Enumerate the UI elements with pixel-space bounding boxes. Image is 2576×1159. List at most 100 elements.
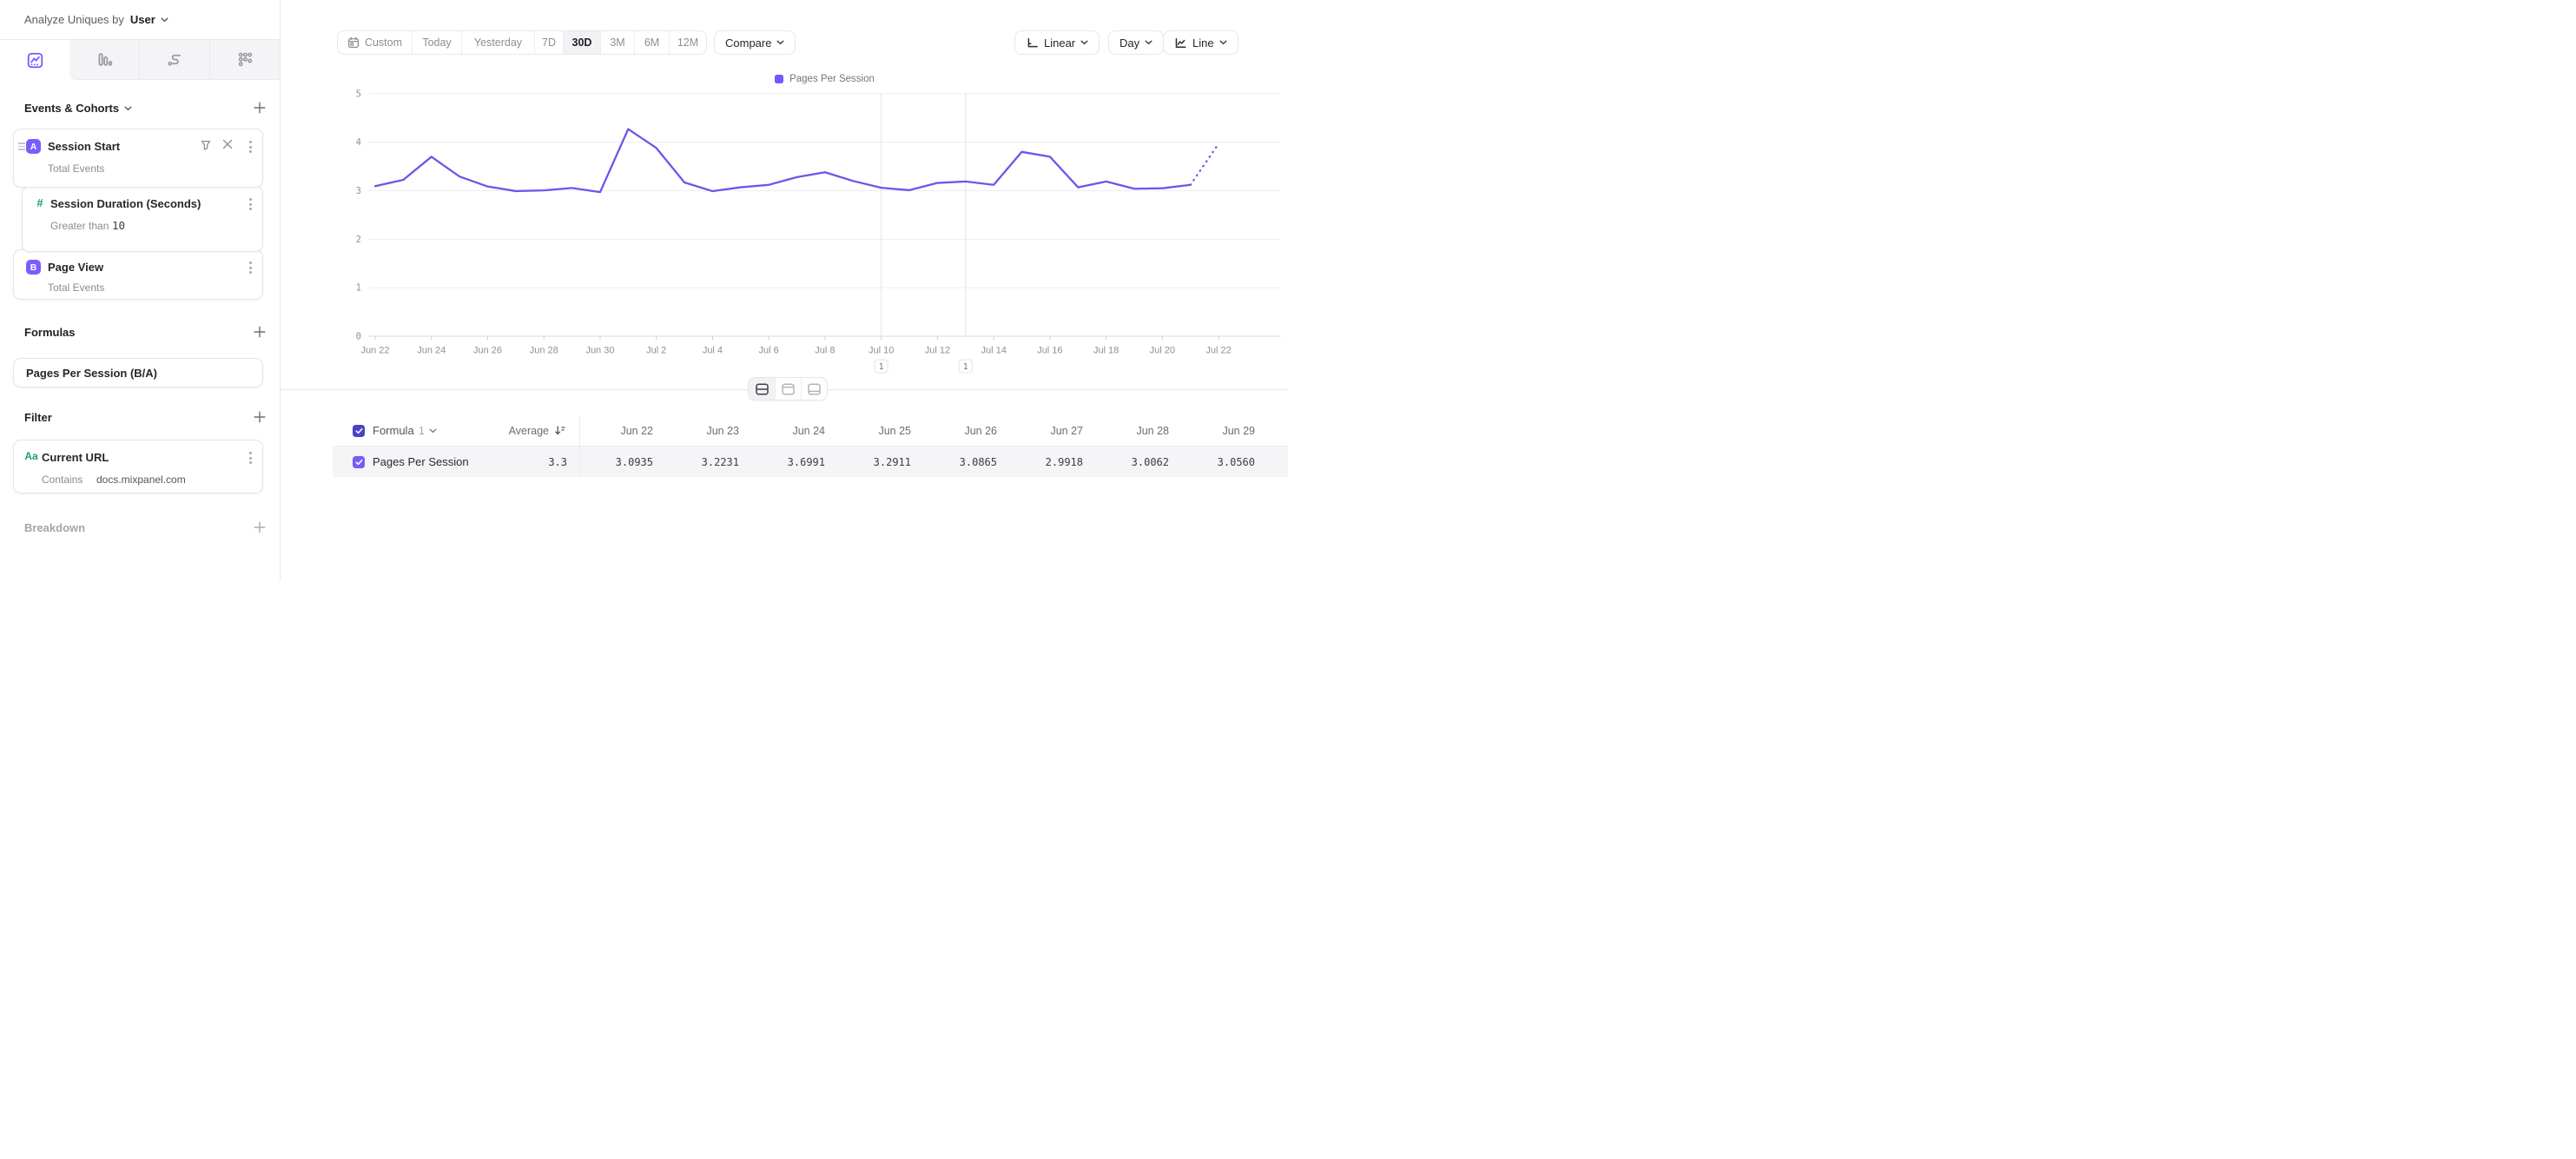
range-7d[interactable]: 7D — [534, 31, 563, 54]
select-all-checkbox[interactable] — [353, 425, 365, 437]
range-6m[interactable]: 6M — [634, 31, 669, 54]
y-tick-label: 0 — [356, 332, 361, 342]
series-line-projection[interactable] — [1191, 143, 1219, 184]
filter-label: Filter — [24, 411, 52, 424]
breakdown-heading: Breakdown — [24, 521, 85, 534]
granularity-dropdown[interactable]: Day — [1108, 30, 1164, 55]
row-checkbox[interactable] — [353, 456, 365, 468]
filter-icon[interactable] — [200, 139, 212, 151]
formulas-label: Formulas — [24, 326, 76, 339]
formula-card[interactable]: Pages Per Session (B/A) — [13, 358, 263, 387]
column-header[interactable]: Jun 27 — [1009, 425, 1095, 437]
line-chart[interactable]: 01234511Jun 22Jun 24Jun 26Jun 28Jun 30Ju… — [281, 70, 1288, 393]
tab-retention[interactable] — [209, 40, 280, 80]
row-series-name: Pages Per Session — [373, 455, 469, 468]
column-header[interactable]: Jun 25 — [837, 425, 923, 437]
formula-column-dropdown[interactable]: Formula 1 — [373, 424, 437, 437]
event-measure[interactable]: Total Events — [48, 281, 104, 294]
series-line[interactable] — [375, 129, 1191, 193]
line-chart-icon — [1174, 36, 1187, 50]
formulas-heading: Formulas — [24, 326, 76, 339]
x-tick-label: Jun 22 — [360, 346, 389, 356]
split-layout-icon — [756, 383, 769, 395]
scale-dropdown[interactable]: Linear — [1014, 30, 1100, 55]
insights-line-chart-icon — [26, 51, 44, 70]
layout-split-button[interactable] — [749, 378, 775, 400]
cell-value: 3.0935 — [579, 456, 665, 468]
table-header-row: Formula 1 Average Jun 22Jun 23Jun 24Jun … — [333, 415, 1288, 447]
column-header[interactable]: Jun 22 — [579, 425, 665, 437]
range-custom[interactable]: Custom — [338, 31, 412, 54]
annotation-badge-label: 1 — [963, 362, 968, 372]
kebab-menu-icon[interactable] — [248, 197, 253, 211]
range-3m[interactable]: 3M — [600, 31, 634, 54]
add-event-button[interactable] — [254, 102, 266, 114]
kebab-menu-icon[interactable] — [248, 451, 253, 465]
filter-property-title[interactable]: Current URL — [42, 451, 109, 464]
row-average-value: 3.3 — [463, 456, 567, 468]
layout-chart-only-button[interactable] — [775, 378, 801, 400]
property-operator[interactable]: Greater than — [50, 220, 109, 232]
kebab-menu-icon[interactable] — [248, 140, 253, 154]
column-header[interactable]: Jun 26 — [923, 425, 1009, 437]
property-value[interactable]: 10 — [112, 219, 125, 232]
event-title[interactable]: Page View — [48, 261, 103, 274]
column-header[interactable]: Jun 24 — [751, 425, 837, 437]
tab-flows[interactable] — [139, 40, 209, 80]
granularity-label: Day — [1120, 36, 1139, 50]
range-today[interactable]: Today — [412, 31, 461, 54]
filter-operator[interactable]: Contains — [42, 474, 83, 486]
flows-icon — [166, 50, 184, 69]
analyze-label: Analyze Uniques by — [24, 13, 124, 26]
layout-table-only-button[interactable] — [801, 378, 827, 400]
filter-value[interactable]: docs.mixpanel.com — [96, 474, 186, 486]
bar-chart-icon — [96, 50, 114, 69]
x-tick-label: Jul 8 — [815, 346, 835, 356]
cell-value: 3.0062 — [1095, 456, 1181, 468]
add-filter-button[interactable] — [254, 411, 266, 423]
drag-handle-icon[interactable] — [18, 142, 25, 150]
column-header[interactable]: Jun 28 — [1095, 425, 1181, 437]
retention-dots-icon — [236, 50, 254, 69]
compare-button[interactable]: Compare — [714, 30, 796, 55]
calendar-icon — [347, 36, 360, 49]
tab-insights[interactable] — [0, 40, 69, 80]
x-tick-label: Jul 12 — [925, 346, 950, 356]
formula-expression[interactable]: Pages Per Session (B/A) — [14, 359, 262, 387]
table-row[interactable]: Pages Per Session 3.3 3.09353.22313.6991… — [333, 447, 1288, 477]
chevron-down-icon — [1145, 40, 1153, 45]
column-header[interactable]: Jun 29 — [1181, 425, 1267, 437]
event-title[interactable]: Session Start — [48, 140, 120, 153]
column-header[interactable]: Jun 23 — [665, 425, 751, 437]
chevron-down-icon — [1219, 40, 1227, 45]
kebab-menu-icon[interactable] — [248, 261, 253, 275]
event-card-page-view[interactable]: B Page View Total Events — [13, 249, 263, 300]
range-yesterday[interactable]: Yesterday — [461, 31, 534, 54]
tab-funnels[interactable] — [69, 40, 139, 80]
chart-type-dropdown[interactable]: Line — [1163, 30, 1238, 55]
property-filter-card[interactable]: # Session Duration (Seconds) Greater tha… — [22, 186, 263, 252]
add-formula-button[interactable] — [254, 326, 266, 338]
event-letter-badge: A — [26, 139, 41, 154]
chart-only-layout-icon — [782, 383, 795, 395]
y-tick-label: 4 — [356, 137, 361, 148]
range-12m[interactable]: 12M — [669, 31, 706, 54]
range-30d[interactable]: 30D — [563, 31, 600, 54]
event-measure[interactable]: Total Events — [48, 162, 104, 175]
cell-value: 3.0560 — [1181, 456, 1267, 468]
filter-card-current-url[interactable]: Aa Current URL Contains docs.mixpanel.co… — [13, 440, 263, 493]
analyze-value-dropdown[interactable]: User — [130, 13, 155, 26]
x-tick-label: Jul 16 — [1037, 346, 1062, 356]
table-column-separator — [579, 415, 580, 477]
property-title[interactable]: Session Duration (Seconds) — [50, 197, 201, 210]
add-breakdown-button[interactable] — [254, 521, 266, 533]
y-tick-label: 3 — [356, 186, 361, 196]
remove-event-icon[interactable] — [222, 139, 233, 149]
x-tick-label: Jul 14 — [981, 346, 1006, 356]
y-tick-label: 1 — [356, 283, 361, 294]
average-sort-header[interactable]: Average — [437, 425, 565, 437]
x-tick-label: Jul 2 — [646, 346, 666, 356]
events-cohorts-heading[interactable]: Events & Cohorts — [24, 102, 132, 115]
event-card-session-start[interactable]: A Session Start Total Events — [13, 129, 263, 188]
formula-column-number: 1 — [419, 424, 425, 437]
